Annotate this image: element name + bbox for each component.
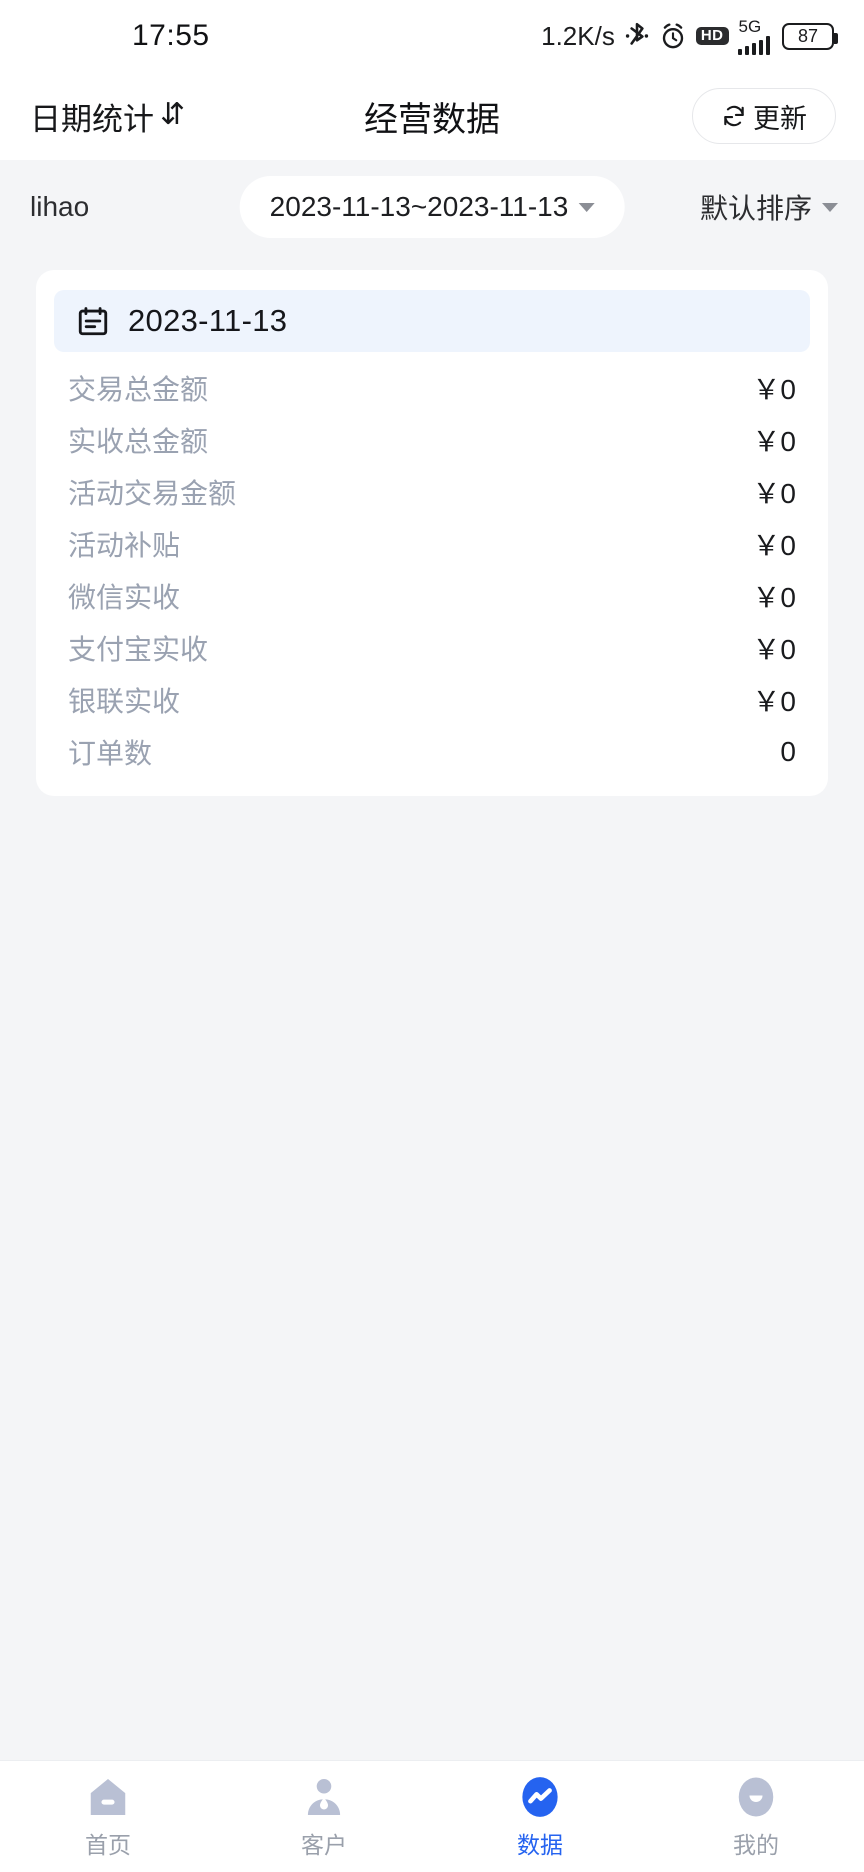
nav-item-profile[interactable]: 我的 [648,1761,864,1872]
stats-row: 订单数 0 [64,726,800,778]
nav-label-data: 数据 [517,1831,563,1858]
date-range-picker[interactable]: 2023-11-13~2023-11-13 [239,176,625,238]
stats-row-label: 活动补贴 [68,530,181,561]
stats-row-value: ￥0 [752,426,796,457]
nav-label-profile: 我的 [733,1831,779,1858]
filter-bar: lihao 2023-11-13~2023-11-13 默认排序 [0,160,864,254]
chart-icon [517,1774,563,1820]
stats-card: 2023-11-13 交易总金额 ￥0 实收总金额 ￥0 活动交易金额 ￥0 活动补贴 ￥0 微… [36,270,828,796]
bottom-nav: 首页 客户 数据 我的 [0,1760,864,1872]
stats-row-value: ￥0 [752,686,796,717]
hd-icon: HD [695,26,729,46]
stats-row: 微信实收 ￥0 [64,570,800,622]
network-type-label: 5G [738,16,762,36]
refresh-button[interactable]: 更新 [692,88,836,144]
stats-row-label: 活动交易金额 [68,478,237,509]
stats-row: 活动交易金额 ￥0 [64,466,800,518]
nav-label-customer: 客户 [301,1831,347,1858]
stats-row-label: 订单数 [68,738,153,769]
stats-row-label: 银联实收 [68,686,181,717]
signal-icon: 5G [737,16,770,55]
nav-item-home[interactable]: 首页 [0,1761,216,1872]
date-stat-toggle[interactable]: 日期统计 ⇵ [30,94,185,139]
stats-row-label: 实收总金额 [68,426,209,457]
stats-row-value: ￥0 [752,530,796,561]
home-icon [85,1774,131,1820]
stats-row-value: ￥0 [752,374,796,405]
stats-row-label: 交易总金额 [68,374,209,405]
status-bar: 17:55 1.2K/s HD 5G 87 [0,0,864,72]
calendar-icon [76,304,110,338]
sort-swap-icon: ⇵ [160,98,186,131]
stats-row: 实收总金额 ￥0 [64,414,800,466]
date-stat-label: 日期统计 [30,101,154,137]
nav-item-data[interactable]: 数据 [432,1761,648,1872]
chevron-down-icon [578,202,595,212]
date-range-value: 2023-11-13~2023-11-13 [269,191,569,222]
stats-row-label: 支付宝实收 [68,634,209,665]
stats-row: 活动补贴 ￥0 [64,518,800,570]
signal-bars [737,35,770,55]
shop-name: lihao [30,191,90,222]
card-date-header: 2023-11-13 [54,290,810,352]
battery-level: 87 [797,26,819,46]
battery-icon: 87 [782,22,838,50]
network-speed: 1.2K/s [541,20,615,51]
stats-row-label: 微信实收 [68,582,181,613]
refresh-label: 更新 [753,103,807,134]
stats-row: 支付宝实收 ￥0 [64,622,800,674]
profile-icon [733,1774,779,1820]
sort-selector[interactable]: 默认排序 [700,187,838,227]
stats-rows: 交易总金额 ￥0 实收总金额 ￥0 活动交易金额 ￥0 活动补贴 ￥0 微信实收 ￥0 支付宝实收 ￥… [36,362,828,778]
stats-row-value: 0 [780,736,796,767]
chevron-down-icon [822,202,838,212]
nav-item-customer[interactable]: 客户 [216,1761,432,1872]
user-icon [301,1774,347,1820]
status-time: 17:55 [132,19,210,52]
stats-row-value: ￥0 [752,634,796,665]
card-date-value: 2023-11-13 [128,303,288,338]
app-header: 日期统计 ⇵ 经营数据 更新 [0,72,864,160]
alarm-icon [659,21,687,51]
bluetooth-icon [624,21,650,51]
refresh-icon [721,103,747,129]
stats-row: 银联实收 ￥0 [64,674,800,726]
stats-row-value: ￥0 [752,582,796,613]
sort-label: 默认排序 [699,193,812,224]
stats-row: 交易总金额 ￥0 [64,362,800,414]
stats-row-value: ￥0 [752,478,796,509]
status-icons: 1.2K/s HD 5G 87 [541,0,838,72]
nav-label-home: 首页 [85,1831,131,1858]
